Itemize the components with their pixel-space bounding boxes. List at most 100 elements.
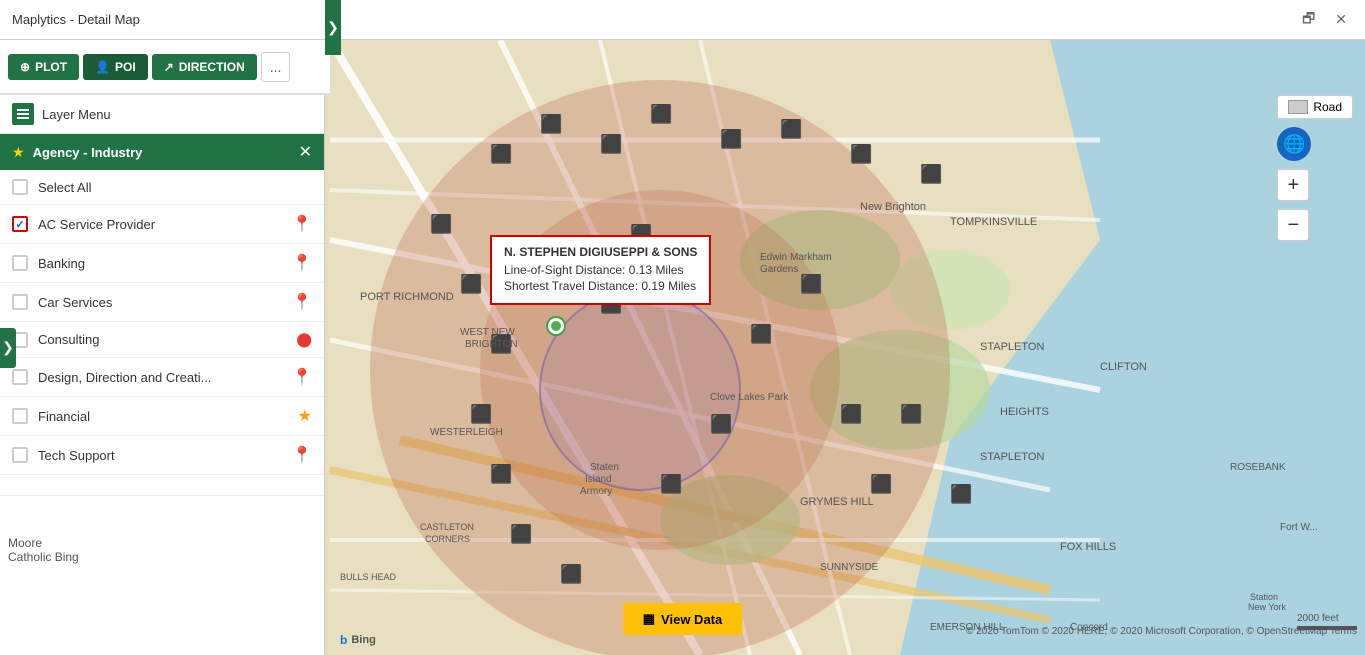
- svg-text:CORNERS: CORNERS: [425, 534, 470, 544]
- car-services-label: Car Services: [38, 295, 112, 310]
- zoom-out-button[interactable]: −: [1277, 209, 1309, 241]
- svg-text:Gardens: Gardens: [760, 264, 798, 275]
- minimize-button[interactable]: 🗗: [1296, 6, 1321, 34]
- filter-item-car-services: Car Services 📍: [0, 283, 324, 322]
- svg-text:FOX HILLS: FOX HILLS: [1060, 541, 1116, 553]
- current-location-marker: [548, 318, 564, 334]
- svg-text:Clove Lakes Park: Clove Lakes Park: [710, 392, 789, 403]
- road-view-button[interactable]: Road: [1277, 95, 1353, 119]
- svg-text:⬛: ⬛: [460, 273, 482, 294]
- tooltip-line2: Shortest Travel Distance: 0.19 Miles: [504, 279, 697, 293]
- svg-text:⬛: ⬛: [490, 143, 512, 164]
- svg-text:HEIGHTS: HEIGHTS: [1000, 406, 1049, 418]
- svg-text:Island: Island: [585, 474, 612, 485]
- filter-item-left: Tech Support: [12, 447, 115, 463]
- plot-label: PLOT: [35, 60, 67, 74]
- moore-catholic-label: MooreCatholic Bing: [8, 536, 79, 564]
- svg-text:⬛: ⬛: [490, 463, 512, 484]
- table-icon: ▦: [643, 611, 655, 627]
- svg-text:New York: New York: [1248, 602, 1287, 612]
- svg-text:⬛: ⬛: [780, 118, 802, 139]
- tooltip-line1: Line-of-Sight Distance: 0.13 Miles: [504, 263, 697, 277]
- sidebar-panel: Layer Menu ★ Agency - Industry ✕ Select …: [0, 95, 325, 655]
- close-button[interactable]: ✕: [1329, 9, 1353, 30]
- design-checkbox[interactable]: [12, 369, 28, 385]
- window-title: Maplytics - Detail Map: [12, 12, 1296, 27]
- zoom-in-button[interactable]: +: [1277, 169, 1309, 201]
- filter-item-left: Select All: [12, 179, 91, 195]
- poi-label: POI: [115, 60, 136, 74]
- banking-checkbox[interactable]: [12, 255, 28, 271]
- map-thumbnail-icon: [1288, 100, 1308, 114]
- globe-icon: 🌐: [1283, 134, 1305, 155]
- svg-text:⬛: ⬛: [800, 273, 822, 294]
- svg-text:ROSEBANK: ROSEBANK: [1230, 462, 1286, 473]
- svg-text:⬛: ⬛: [510, 523, 532, 544]
- view-data-label: View Data: [661, 612, 722, 627]
- svg-text:BULLS HEAD: BULLS HEAD: [340, 572, 397, 582]
- filter-header: ★ Agency - Industry ✕: [0, 134, 324, 170]
- svg-text:⬛: ⬛: [470, 403, 492, 424]
- svg-text:⬛: ⬛: [710, 413, 732, 434]
- svg-text:TOMPKINSVILLE: TOMPKINSVILLE: [950, 216, 1037, 228]
- svg-text:WEST NEW: WEST NEW: [460, 327, 515, 338]
- filter-item-tech-support: Tech Support 📍: [0, 436, 324, 475]
- direction-button[interactable]: ↗ DIRECTION: [152, 54, 257, 80]
- tooltip-line1-label: Line-of-Sight Distance:: [504, 263, 625, 277]
- more-button[interactable]: ...: [261, 52, 291, 82]
- banking-pin-icon: 📍: [292, 253, 312, 273]
- star-icon: ★: [12, 144, 25, 161]
- tech-support-checkbox[interactable]: [12, 447, 28, 463]
- svg-text:GRYMES HILL: GRYMES HILL: [800, 496, 874, 508]
- toolbar: ⊕ PLOT 👤 POI ↗ DIRECTION ...: [0, 40, 330, 95]
- financial-checkbox[interactable]: [12, 408, 28, 424]
- road-view-label: Road: [1313, 100, 1342, 114]
- svg-text:⬛: ⬛: [920, 163, 942, 184]
- svg-text:⬛: ⬛: [720, 128, 742, 149]
- layer-menu-label: Layer Menu: [42, 107, 111, 122]
- svg-text:⬛: ⬛: [750, 323, 772, 344]
- svg-text:⬛: ⬛: [950, 483, 972, 504]
- svg-text:⬛: ⬛: [560, 563, 582, 584]
- svg-text:⬛: ⬛: [900, 403, 922, 424]
- plot-button[interactable]: ⊕ PLOT: [8, 54, 79, 80]
- select-all-label: Select All: [38, 180, 91, 195]
- ac-service-label: AC Service Provider: [38, 217, 155, 232]
- view-data-button[interactable]: ▦ View Data: [623, 603, 742, 635]
- map-expand-left[interactable]: ❯: [0, 328, 16, 368]
- svg-text:STAPLETON: STAPLETON: [980, 451, 1044, 463]
- filter-title: Agency - Industry: [33, 145, 143, 160]
- design-pin-icon: 📍: [292, 367, 312, 387]
- window-controls: 🗗 ✕: [1296, 6, 1353, 34]
- globe-button[interactable]: 🌐: [1277, 127, 1311, 161]
- svg-text:Armory: Armory: [580, 486, 612, 497]
- svg-text:⬛: ⬛: [540, 113, 562, 134]
- poi-button[interactable]: 👤 POI: [83, 54, 148, 80]
- copyright-text: © 2020 TomTom © 2020 HERE, © 2020 Micros…: [966, 626, 1357, 637]
- filter-item-consulting: Consulting ⬤: [0, 322, 324, 358]
- filter-item-left: Design, Direction and Creati...: [12, 369, 211, 385]
- svg-text:Fort W...: Fort W...: [1280, 522, 1318, 533]
- poi-icon: 👤: [95, 60, 110, 74]
- ac-service-checkbox[interactable]: [12, 216, 28, 232]
- svg-text:Edwin Markham: Edwin Markham: [760, 252, 832, 263]
- select-all-checkbox[interactable]: [12, 179, 28, 195]
- car-services-checkbox[interactable]: [12, 294, 28, 310]
- tooltip-line2-value: 0.19 Miles: [641, 279, 696, 293]
- svg-text:STAPLETON: STAPLETON: [980, 341, 1044, 353]
- tech-support-pin-icon: 📍: [292, 445, 312, 465]
- svg-text:Station: Station: [1250, 592, 1278, 602]
- tooltip-title: N. STEPHEN DIGIUSEPPI & SONS: [504, 245, 697, 259]
- svg-text:Staten: Staten: [590, 462, 619, 473]
- direction-icon: ↗: [164, 60, 174, 74]
- filter-item-left: Financial: [12, 408, 90, 424]
- moore-catholic-area: MooreCatholic Bing: [0, 495, 324, 572]
- plot-icon: ⊕: [20, 60, 30, 74]
- filter-item-left: Consulting: [12, 332, 99, 348]
- filter-item-left: AC Service Provider: [12, 216, 155, 232]
- filter-close-button[interactable]: ✕: [299, 142, 312, 162]
- sidebar-expand-right[interactable]: ❯: [325, 0, 341, 55]
- scale-text: 2000 feet: [1297, 613, 1339, 624]
- filter-item-left: Car Services: [12, 294, 112, 310]
- bing-logo: b Bing: [340, 633, 376, 647]
